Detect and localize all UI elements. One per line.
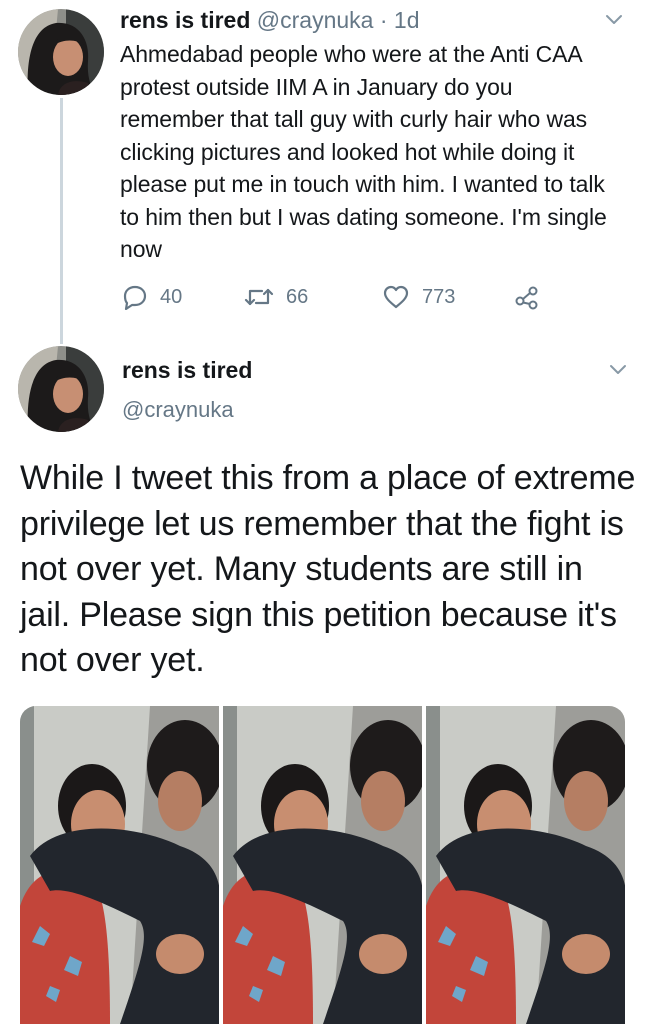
photo-image (223, 706, 422, 1024)
retweet-icon (244, 288, 274, 306)
thread-line (60, 98, 63, 344)
like-button[interactable]: 773 (382, 280, 455, 314)
media-photo[interactable] (20, 706, 219, 1024)
display-name[interactable]: rens is tired (122, 354, 252, 386)
media-photo[interactable] (426, 706, 625, 1024)
tweet-text: Ahmedabad people who were at the Anti CA… (120, 41, 607, 262)
chevron-down-icon[interactable] (608, 360, 628, 380)
heart-icon (383, 285, 409, 309)
retweet-count: 66 (286, 285, 309, 308)
reply-button[interactable]: 40 (122, 280, 182, 314)
display-name[interactable]: rens is tired (120, 7, 250, 33)
handle[interactable]: @craynuka (257, 7, 374, 33)
chevron-down-icon[interactable] (604, 10, 624, 30)
retweet-button[interactable]: 66 (244, 280, 308, 314)
share-button[interactable] (514, 280, 552, 314)
media-photo[interactable] (223, 706, 422, 1024)
handle[interactable]: @craynuka (122, 394, 234, 426)
tweet-header: rens is tired @craynuka · 1d (120, 4, 420, 36)
reply-count: 40 (160, 285, 183, 308)
photo-image (426, 706, 625, 1024)
share-icon (515, 286, 538, 310)
reply-icon (123, 285, 147, 310)
avatar[interactable] (18, 9, 104, 95)
tweet-actions: 40 66 773 (120, 280, 560, 314)
like-count: 773 (422, 285, 456, 308)
timestamp[interactable]: 1d (394, 7, 420, 33)
tweet-text: While I tweet this from a place of extre… (20, 459, 636, 679)
avatar[interactable] (18, 346, 104, 432)
tweet-media[interactable] (20, 706, 625, 1024)
separator: · (379, 7, 388, 33)
photo-image (20, 706, 219, 1024)
